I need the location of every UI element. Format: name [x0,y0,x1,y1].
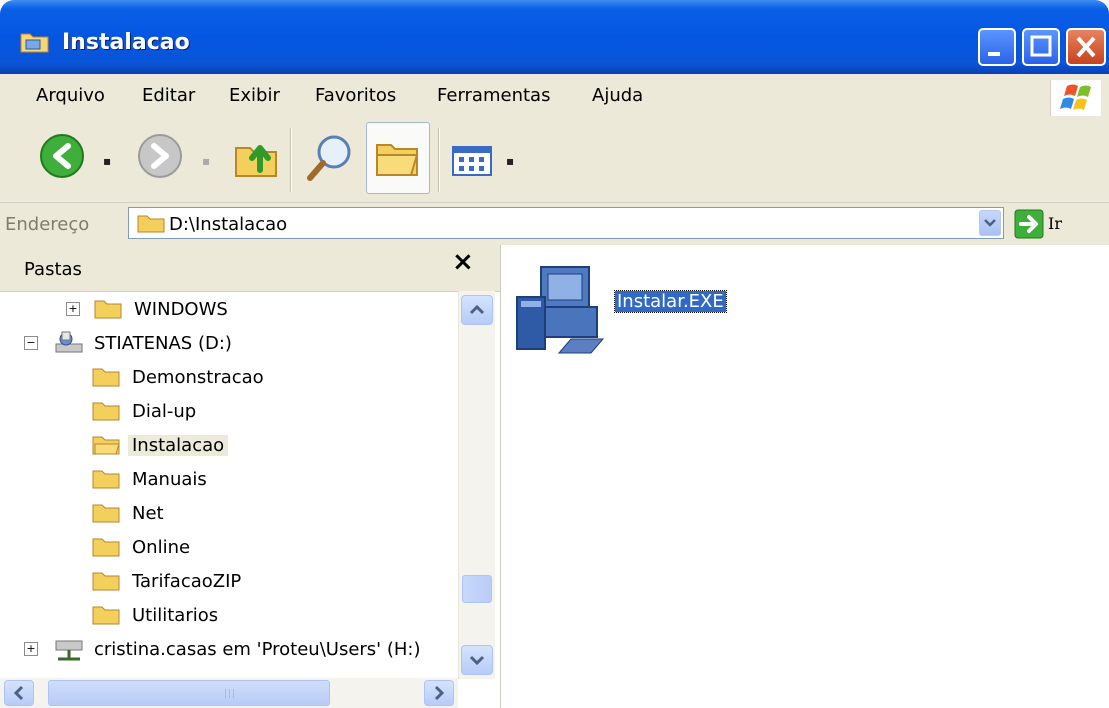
tree-item-label: TarifacaoZIP [132,571,242,592]
menu-bar: Arquivo Editar Exibir Favoritos Ferramen… [0,74,1109,121]
network-drive-icon [55,331,83,353]
back-arrow-icon [40,134,84,178]
folder-icon [137,215,165,233]
folder-icon [92,470,120,489]
grip-icon: ||| [224,689,237,699]
folder-icon [94,300,122,319]
tree-item-label: Dial-up [132,401,197,422]
scroll-left-button[interactable] [4,680,34,706]
tree-item-label: WINDOWS [134,299,228,320]
vertical-scroll-thumb[interactable] [462,575,492,603]
up-folder-icon [235,145,277,177]
menu-exibir[interactable]: Exibir [229,85,280,106]
views-dropdown-icon[interactable]: ▪ [506,154,514,168]
file-name-label: Instalar.EXE [614,290,727,313]
address-label: Endereço [5,214,90,235]
menu-arquivo[interactable]: Arquivo [36,85,105,106]
folders-icon [376,144,419,176]
folder-icon [92,538,120,557]
expand-icon[interactable]: + [66,302,80,316]
maximize-button[interactable] [1022,28,1060,66]
tree-item-label: Demonstracao [132,367,264,388]
folder-icon [92,572,120,591]
folders-pane-close-button[interactable]: × [452,247,474,277]
chevron-up-icon [469,304,485,315]
tree-item-label: cristina.casas em 'Proteu\Users' (H:) [94,639,421,660]
folder-icon [92,402,120,421]
folder-icon [92,368,120,387]
back-button[interactable] [38,132,86,185]
title-bar[interactable]: Instalacao [0,0,1109,74]
explorer-window: Instalacao Arquivo Editar Exibir Favorit… [0,0,1109,708]
window-title: Instalacao [62,30,190,55]
address-input[interactable]: D:\Instalacao [128,207,1004,239]
close-icon [1076,36,1096,58]
standard-toolbar: ▪ ▪ ▪ [0,120,1109,203]
menu-ajuda[interactable]: Ajuda [592,85,643,106]
folder-tree: + WINDOWS − STIATENAS (D:) Demonstracao [0,291,458,679]
views-icon [452,146,492,176]
folders-pane: Pastas × + WINDOWS − STIATENAS (D:) Demo… [0,245,501,708]
folders-vertical-scrollbar[interactable] [458,291,495,679]
chevron-left-icon [13,685,24,701]
menu-editar[interactable]: Editar [142,85,195,106]
folders-pane-header: Pastas × [0,245,500,292]
maximize-icon [1030,35,1052,57]
close-button[interactable] [1066,28,1106,66]
tree-item-label: Online [132,537,191,558]
folders-pane-title: Pastas [24,259,82,280]
collapse-icon[interactable]: − [24,336,38,350]
go-arrow-icon [1014,209,1044,239]
search-icon [307,135,351,181]
folder-icon [92,606,120,625]
minimize-icon [988,52,1000,56]
go-label[interactable]: Ir [1048,214,1062,233]
address-bar: Endereço D:\Instalacao Ir [0,203,1109,246]
tree-item-label: Utilitarios [132,605,219,626]
expand-icon[interactable]: + [24,642,38,656]
folder-window-icon [20,33,49,53]
open-folder-icon [92,436,120,455]
up-button[interactable] [232,134,280,185]
views-button[interactable] [452,146,496,181]
address-value: D:\Instalacao [169,214,288,235]
forward-dropdown-icon[interactable]: ▪ [202,154,210,168]
tree-item-label: Manuais [132,469,207,490]
chevron-down-icon [984,219,996,227]
forward-arrow-icon [138,134,182,178]
folders-button[interactable] [366,122,430,194]
tree-item-label: STIATENAS (D:) [94,333,232,354]
tree-item-label: Net [132,503,164,524]
file-list-pane[interactable]: Instalar.EXE [501,245,1109,708]
horizontal-scroll-thumb[interactable]: ||| [48,680,330,706]
windows-logo-icon [1050,80,1101,116]
forward-button[interactable] [136,132,184,185]
search-button[interactable] [304,132,356,189]
tree-item-label: Instalacao [128,435,229,456]
scroll-right-button[interactable] [424,680,454,706]
scroll-down-button[interactable] [461,645,493,675]
scroll-up-button[interactable] [461,295,493,325]
chevron-down-icon [469,655,485,666]
address-dropdown-button[interactable] [979,210,1001,236]
minimize-button[interactable] [978,28,1016,66]
back-dropdown-icon[interactable]: ▪ [103,154,111,168]
menu-favoritos[interactable]: Favoritos [315,85,396,106]
network-drive-icon [55,640,83,661]
folder-icon [92,504,120,523]
go-button[interactable] [1014,209,1044,244]
installer-exe-icon [516,266,605,354]
folders-horizontal-scrollbar[interactable]: ||| [0,678,458,708]
chevron-right-icon [434,685,445,701]
menu-ferramentas[interactable]: Ferramentas [437,85,550,106]
